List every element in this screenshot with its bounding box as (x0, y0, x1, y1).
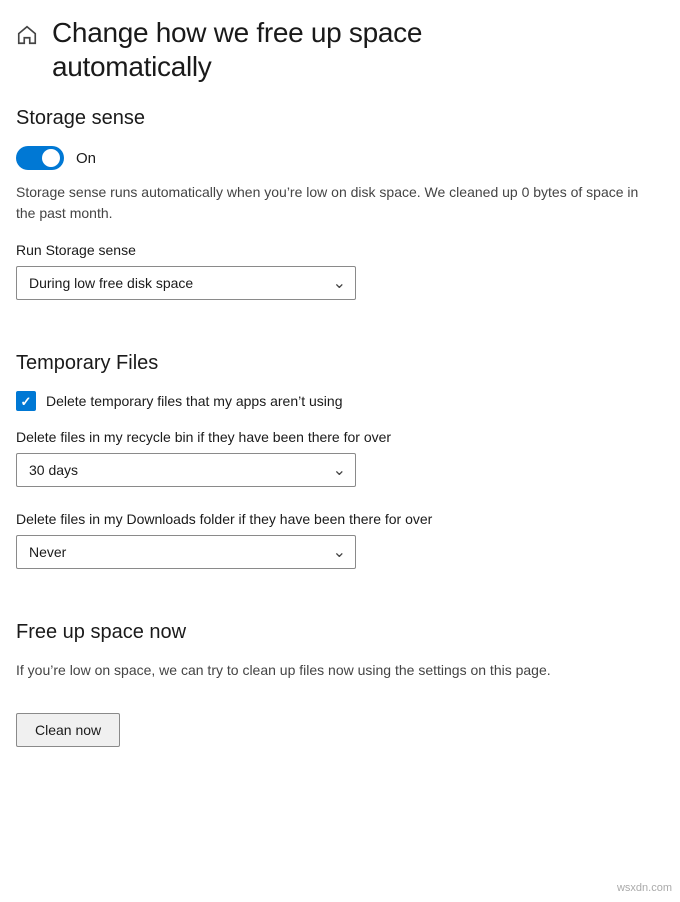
toggle-label: On (76, 150, 96, 167)
home-icon (16, 24, 38, 46)
delete-temp-checkbox[interactable]: ✓ (16, 391, 36, 411)
free-space-description: If you’re low on space, we can try to cl… (16, 660, 660, 681)
storage-sense-description: Storage sense runs automatically when yo… (16, 182, 660, 224)
downloads-label: Delete files in my Downloads folder if t… (16, 511, 660, 527)
free-space-title: Free up space now (16, 621, 660, 644)
page-title: Change how we free up space automaticall… (52, 16, 422, 83)
toggle-row: On (16, 146, 660, 170)
clean-now-button[interactable]: Clean now (16, 713, 120, 747)
storage-sense-toggle[interactable] (16, 146, 64, 170)
toggle-track (16, 146, 64, 170)
header-area: Change how we free up space automaticall… (16, 16, 660, 83)
storage-sense-section: Storage sense On Storage sense runs auto… (16, 107, 660, 324)
downloads-dropdown-wrapper: 1 day 14 days 30 days 60 days Never ⌄ (16, 535, 356, 569)
home-icon-wrap[interactable] (16, 24, 38, 49)
free-space-section: Free up space now If you’re low on space… (16, 621, 660, 747)
temporary-files-section: Temporary Files ✓ Delete temporary files… (16, 352, 660, 593)
run-storage-sense-dropdown[interactable]: Every day Every week Every month During … (16, 266, 356, 300)
page-container: Change how we free up space automaticall… (0, 0, 680, 777)
temp-files-title: Temporary Files (16, 352, 660, 375)
run-storage-sense-dropdown-wrapper: Every day Every week Every month During … (16, 266, 356, 300)
delete-temp-row: ✓ Delete temporary files that my apps ar… (16, 391, 660, 411)
downloads-dropdown[interactable]: 1 day 14 days 30 days 60 days Never (16, 535, 356, 569)
storage-sense-title: Storage sense (16, 107, 660, 130)
recycle-bin-dropdown[interactable]: 1 day 14 days 30 days 60 days Never (16, 453, 356, 487)
delete-temp-label: Delete temporary files that my apps aren… (46, 393, 342, 409)
watermark: wsxdn.com (617, 882, 672, 894)
run-storage-sense-label: Run Storage sense (16, 242, 660, 258)
toggle-thumb (42, 149, 60, 167)
checkmark-icon: ✓ (21, 395, 32, 408)
recycle-bin-label: Delete files in my recycle bin if they h… (16, 429, 660, 445)
recycle-bin-dropdown-wrapper: 1 day 14 days 30 days 60 days Never ⌄ (16, 453, 356, 487)
